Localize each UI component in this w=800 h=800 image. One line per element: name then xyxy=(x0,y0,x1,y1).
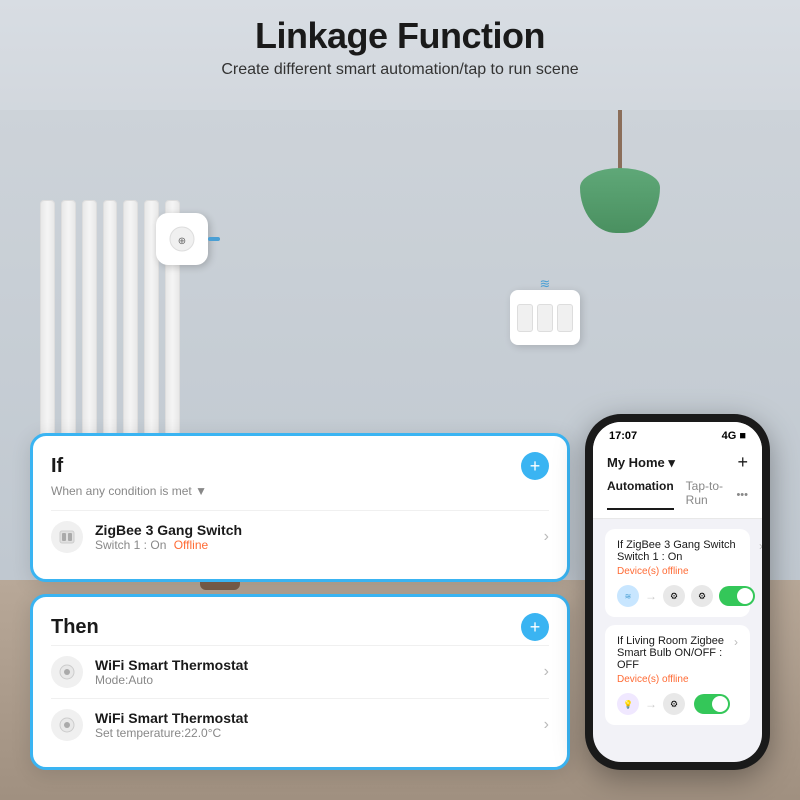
page-header: Linkage Function Create different smart … xyxy=(0,15,800,79)
thermostat-device: ⊕ xyxy=(156,213,208,265)
if-item-chevron: › xyxy=(544,528,549,546)
phone-app-header: My Home ▾ + Automation Tap-to-Run ••• xyxy=(593,446,762,519)
then-item-2-chevron: › xyxy=(544,716,549,734)
if-subtitle: When any condition is met ▼ xyxy=(51,484,549,498)
phone-rule-1[interactable]: If ZigBee 3 Gang Switch Switch 1 : On De… xyxy=(605,529,750,617)
thermostat-icon: ⊕ xyxy=(168,225,196,253)
thermostat-mode-text: WiFi Smart Thermostat Mode:Auto xyxy=(95,657,544,687)
phone-tabs: Automation Tap-to-Run xyxy=(607,479,736,510)
offline-badge: Offline xyxy=(174,538,208,552)
thermostat-temp-status: Set temperature:22.0°C xyxy=(95,726,544,740)
phone-time: 17:07 xyxy=(609,430,637,442)
page-title: Linkage Function xyxy=(0,15,800,57)
tab-tap-to-run[interactable]: Tap-to-Run xyxy=(686,479,737,510)
lamp-cord xyxy=(618,110,622,170)
lamp-shade xyxy=(580,168,660,233)
zigbee-switch-icon xyxy=(51,521,83,553)
phone-rule-2[interactable]: If Living Room Zigbee Smart Bulb ON/OFF … xyxy=(605,625,750,725)
phone-screen: 17:07 4G ■ My Home ▾ + Automation Tap-to… xyxy=(593,422,762,762)
phone-home-label: My Home ▾ xyxy=(607,455,675,471)
if-add-button[interactable]: + xyxy=(521,452,549,480)
zigbee-switch-name: ZigBee 3 Gang Switch xyxy=(95,522,544,538)
page-subtitle: Create different smart automation/tap to… xyxy=(0,61,800,79)
thermostat-mode-icon xyxy=(51,656,83,688)
tab-automation[interactable]: Automation xyxy=(607,479,674,510)
phone-add-button[interactable]: + xyxy=(737,452,748,473)
rule1-toggle[interactable] xyxy=(719,586,755,606)
rule1-icon-1: ≋ xyxy=(617,585,639,607)
rule2-icon-2: ⚙ xyxy=(663,693,685,715)
then-item-1[interactable]: WiFi Smart Thermostat Mode:Auto › xyxy=(51,645,549,698)
zigbee-switch-status: Switch 1 : On Offline xyxy=(95,538,544,552)
phone-rule-2-title: If Living Room Zigbee Smart Bulb ON/OFF … xyxy=(617,635,730,671)
thermostat-temp-name: WiFi Smart Thermostat xyxy=(95,710,544,726)
thermostat-temp-icon xyxy=(51,709,83,741)
phone-status-bar: 17:07 4G ■ xyxy=(593,422,762,446)
if-item[interactable]: ZigBee 3 Gang Switch Switch 1 : On Offli… xyxy=(51,510,549,563)
rule2-icon-1: 💡 xyxy=(617,693,639,715)
phone-more-button[interactable]: ••• xyxy=(736,489,748,501)
phone-rule-1-subtitle: Device(s) offline xyxy=(617,566,755,577)
rule1-icon-2: ⚙ xyxy=(663,585,685,607)
then-item-2[interactable]: WiFi Smart Thermostat Set temperature:22… xyxy=(51,698,549,751)
phone-mockup: 17:07 4G ■ My Home ▾ + Automation Tap-to… xyxy=(585,414,770,770)
phone-rule-2-subtitle: Device(s) offline xyxy=(617,674,730,685)
if-card: If + When any condition is met ▼ ZigBee … xyxy=(30,433,570,582)
zigbee-switch-text: ZigBee 3 Gang Switch Switch 1 : On Offli… xyxy=(95,522,544,552)
then-card: Then + WiFi Smart Thermostat Mode:Auto › xyxy=(30,594,570,770)
rule1-icon-3: ⚙ xyxy=(691,585,713,607)
thermostat-mode-name: WiFi Smart Thermostat xyxy=(95,657,544,673)
if-title: If xyxy=(51,455,63,478)
phone-signal: 4G ■ xyxy=(722,430,746,442)
phone-rule-1-title: If ZigBee 3 Gang Switch Switch 1 : On xyxy=(617,539,755,563)
automation-cards: If + When any condition is met ▼ ZigBee … xyxy=(30,433,570,770)
thermostat-temp-text: WiFi Smart Thermostat Set temperature:22… xyxy=(95,710,544,740)
then-add-button[interactable]: + xyxy=(521,613,549,641)
content-area: If + When any condition is met ▼ ZigBee … xyxy=(30,414,770,770)
pendant-lamp xyxy=(580,110,660,233)
then-card-header: Then + xyxy=(51,613,549,641)
if-card-header: If + xyxy=(51,452,549,480)
wifi-indicator: ≋ xyxy=(540,276,551,292)
switch-panel xyxy=(517,304,573,332)
wall-switch: ≋ xyxy=(510,290,580,345)
then-title: Then xyxy=(51,616,99,639)
svg-text:⊕: ⊕ xyxy=(178,236,186,247)
rule2-toggle[interactable] xyxy=(694,694,730,714)
then-item-1-chevron: › xyxy=(544,663,549,681)
thermostat-mode-status: Mode:Auto xyxy=(95,673,544,687)
phone-content: If ZigBee 3 Gang Switch Switch 1 : On De… xyxy=(593,519,762,743)
